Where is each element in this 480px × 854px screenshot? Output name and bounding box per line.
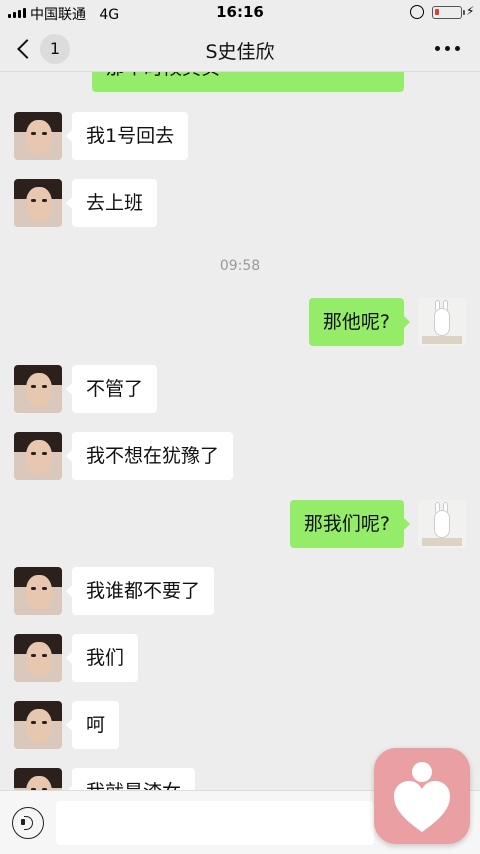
status-time: 16:16 bbox=[216, 3, 264, 21]
contact-avatar[interactable] bbox=[14, 365, 62, 413]
battery-icon bbox=[432, 6, 465, 19]
contact-avatar[interactable] bbox=[14, 768, 62, 790]
my-avatar[interactable] bbox=[418, 298, 466, 346]
message-input[interactable] bbox=[56, 801, 374, 845]
more-dot-icon bbox=[435, 46, 440, 51]
contact-avatar[interactable] bbox=[14, 432, 62, 480]
status-bar: 中国联通 4G 16:16 ⚡ bbox=[0, 0, 480, 26]
message-bubble-outgoing[interactable]: 那他呢? bbox=[308, 298, 411, 346]
message-bubble-incoming[interactable]: 我们 bbox=[65, 634, 139, 682]
my-avatar[interactable] bbox=[418, 500, 466, 548]
message-bubble-incoming[interactable]: 我不想在犹豫了 bbox=[65, 432, 234, 480]
message-bubble-incoming[interactable]: 呵 bbox=[65, 701, 120, 749]
chat-title: S史佳欣 bbox=[205, 41, 275, 63]
more-dot-icon bbox=[445, 46, 450, 51]
chat-header: 1 S史佳欣 bbox=[0, 26, 480, 72]
contact-avatar[interactable] bbox=[14, 634, 62, 682]
message-bubble-incoming[interactable]: 不管了 bbox=[65, 365, 158, 413]
more-options-button[interactable] bbox=[435, 38, 460, 51]
chat-messages[interactable]: 那个时候其实 我1号回去 去上班 09:58 那他呢? 不管了 我不想在犹豫了 … bbox=[0, 72, 480, 790]
more-dot-icon bbox=[455, 46, 460, 51]
contact-avatar[interactable] bbox=[14, 567, 62, 615]
rotation-lock-icon bbox=[410, 5, 424, 19]
message-bubble-partial[interactable]: 那个时候其实 bbox=[92, 72, 404, 92]
contact-avatar[interactable] bbox=[14, 701, 62, 749]
message-bubble-incoming[interactable]: 我谁都不要了 bbox=[65, 567, 215, 615]
contact-avatar[interactable] bbox=[14, 112, 62, 160]
contact-avatar[interactable] bbox=[14, 179, 62, 227]
message-timestamp: 09:58 bbox=[219, 258, 261, 274]
charging-icon: ⚡ bbox=[466, 4, 475, 18]
message-bubble-incoming[interactable]: 去上班 bbox=[65, 179, 158, 227]
message-bubble-incoming[interactable]: 我就是渣女 bbox=[65, 768, 196, 790]
message-bubble-outgoing[interactable]: 那我们呢? bbox=[289, 500, 411, 548]
floating-heart-app-icon[interactable] bbox=[374, 748, 470, 844]
message-bubble-incoming[interactable]: 我1号回去 bbox=[65, 112, 189, 160]
voice-input-icon[interactable] bbox=[12, 807, 44, 839]
